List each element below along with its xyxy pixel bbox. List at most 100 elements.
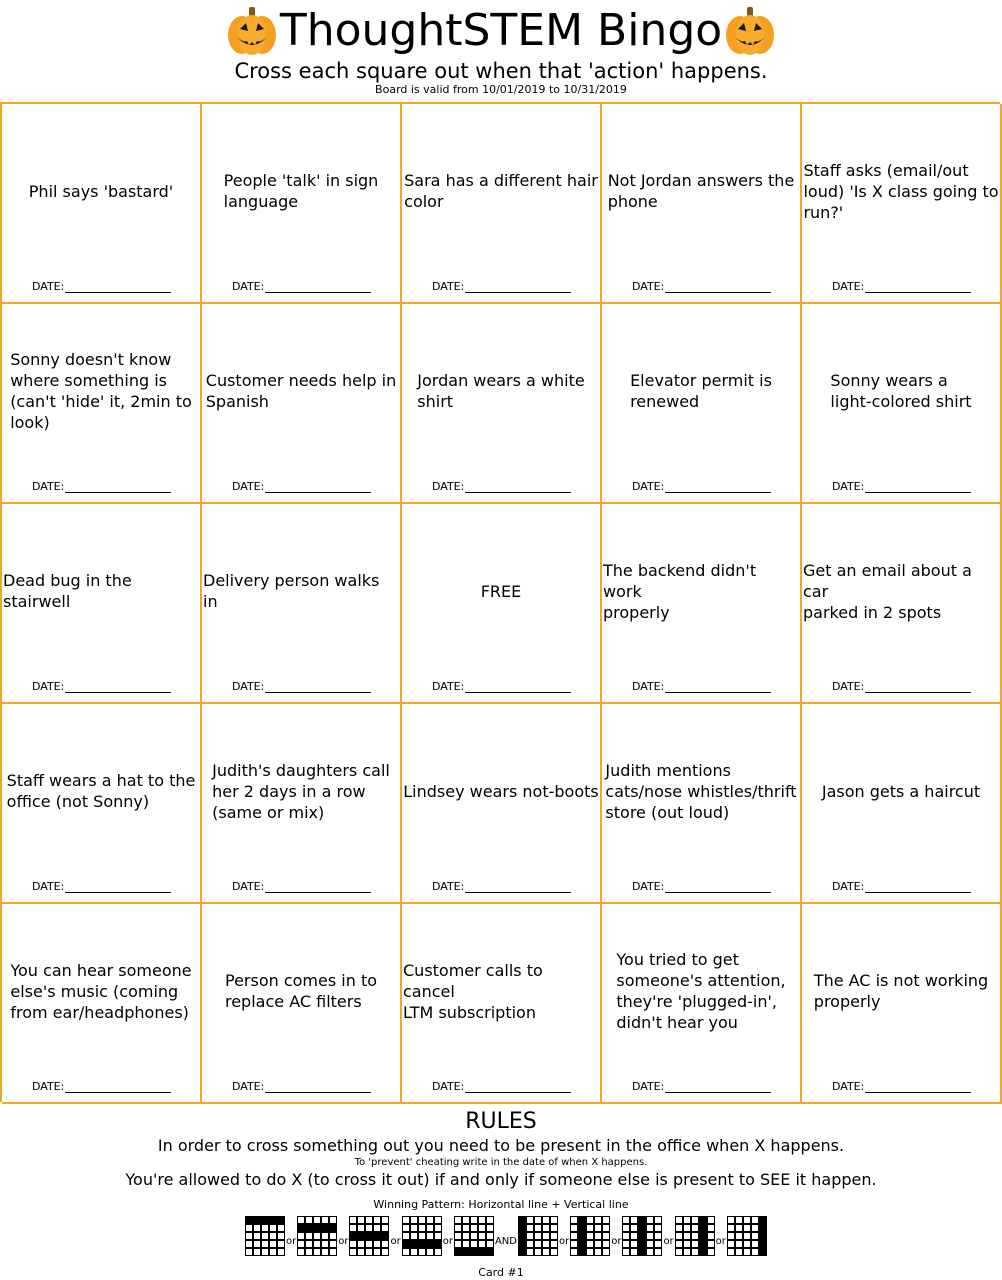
bingo-square[interactable]: Jason gets a haircut DATE: — [802, 704, 1002, 904]
pattern-cell-empty — [549, 1240, 558, 1248]
bingo-square[interactable]: Lindsey wears not-boots DATE: — [402, 704, 602, 904]
bingo-square[interactable]: People 'talk' in sign language DATE: — [202, 104, 402, 304]
date-blank[interactable] — [865, 882, 972, 893]
date-field[interactable]: DATE: — [632, 280, 772, 293]
date-blank[interactable] — [665, 1082, 772, 1093]
pattern-cell-empty — [401, 1216, 410, 1224]
bingo-square[interactable]: Person comes in to replace AC filters DAT… — [202, 904, 402, 1104]
square-text: Dead bug in the stairwell — [3, 571, 132, 611]
square-text: Lindsey wears not-boots — [403, 781, 599, 801]
date-blank[interactable] — [265, 1082, 372, 1093]
bingo-square[interactable]: Delivery person walks in DATE: — [202, 504, 402, 704]
pattern-cell-empty — [245, 1240, 253, 1248]
date-blank[interactable] — [265, 282, 372, 293]
date-blank[interactable] — [665, 482, 772, 493]
pattern-cell-filled — [461, 1248, 470, 1256]
bingo-square[interactable]: The backend didn't work properly DATE: — [602, 504, 802, 704]
date-field[interactable]: DATE: — [32, 1080, 172, 1093]
date-blank[interactable] — [665, 882, 772, 893]
page-title: ThoughtSTEM Bingo — [279, 5, 723, 56]
pattern-cell-empty — [453, 1240, 462, 1248]
bingo-square[interactable]: FREE DATE: — [402, 504, 602, 704]
bingo-square[interactable]: Dead bug in the stairwell DATE: — [2, 504, 202, 704]
bingo-square[interactable]: Customer calls to cancel LTM subscriptio… — [402, 904, 602, 1104]
date-blank[interactable] — [465, 882, 572, 893]
date-field[interactable]: DATE: — [232, 1080, 372, 1093]
date-field[interactable]: DATE: — [832, 880, 972, 893]
pattern-cell-filled — [698, 1240, 707, 1248]
date-blank[interactable] — [65, 882, 172, 893]
date-field[interactable]: DATE: — [232, 680, 372, 693]
bingo-square[interactable]: Get an email about a car parked in 2 spo… — [802, 504, 1002, 704]
date-blank[interactable] — [65, 682, 172, 693]
date-blank[interactable] — [465, 682, 572, 693]
date-blank[interactable] — [65, 282, 172, 293]
date-field[interactable]: DATE: — [232, 880, 372, 893]
bingo-square[interactable]: You can hear someone else's music (comin… — [2, 904, 202, 1104]
square-text-container: Lindsey wears not-boots — [402, 704, 600, 878]
date-field[interactable]: DATE: — [632, 880, 772, 893]
date-blank[interactable] — [865, 482, 972, 493]
bingo-square[interactable]: Jordan wears a white shirt DATE: — [402, 304, 602, 504]
date-field[interactable]: DATE: — [432, 880, 572, 893]
date-field[interactable]: DATE: — [32, 680, 172, 693]
bingo-square[interactable]: Not Jordan answers the phone DATE: — [602, 104, 802, 304]
date-blank[interactable] — [265, 482, 372, 493]
bingo-square[interactable]: Customer needs help in Spanish DATE: — [202, 304, 402, 504]
date-field[interactable]: DATE: — [432, 480, 572, 493]
bingo-square[interactable]: Judith mentions cats/nose whistles/thrif… — [602, 704, 802, 904]
pattern-cell-empty — [433, 1224, 442, 1232]
date-field[interactable]: DATE: — [632, 680, 772, 693]
date-field[interactable]: DATE: — [432, 1080, 572, 1093]
date-blank[interactable] — [465, 282, 572, 293]
bingo-square[interactable]: Sonny wears a light-colored shirt DATE: — [802, 304, 1002, 504]
pattern-cell-filled — [373, 1232, 382, 1240]
bingo-square[interactable]: Staff asks (email/out loud) 'Is X class … — [802, 104, 1002, 304]
date-field[interactable]: DATE: — [32, 280, 172, 293]
date-label: DATE: — [632, 880, 665, 893]
bingo-square[interactable]: You tried to get someone's attention, th… — [602, 904, 802, 1104]
date-blank[interactable] — [865, 682, 972, 693]
date-blank[interactable] — [265, 682, 372, 693]
date-blank[interactable] — [865, 282, 972, 293]
pattern-separator: or — [663, 1236, 674, 1247]
pattern-cell-empty — [654, 1232, 663, 1240]
date-field[interactable]: DATE: — [832, 280, 972, 293]
date-field[interactable]: DATE: — [832, 1080, 972, 1093]
pattern-cell-empty — [586, 1248, 595, 1256]
square-text-container: You can hear someone else's music (comin… — [2, 904, 200, 1078]
bingo-square[interactable]: The AC is not working properly DATE: — [802, 904, 1002, 1104]
date-field[interactable]: DATE: — [432, 280, 572, 293]
date-field[interactable]: DATE: — [32, 880, 172, 893]
date-blank[interactable] — [665, 282, 772, 293]
square-text-container: Elevator permit is renewed — [602, 304, 800, 478]
date-blank[interactable] — [65, 482, 172, 493]
winning-pattern-grid — [297, 1216, 338, 1256]
bingo-square[interactable]: Sonny doesn't know where something is (c… — [2, 304, 202, 504]
date-field[interactable]: DATE: — [232, 280, 372, 293]
bingo-square[interactable]: Judith's daughters call her 2 days in a … — [202, 704, 402, 904]
pattern-cell-filled — [253, 1216, 261, 1224]
pattern-cell-empty — [533, 1224, 542, 1232]
bingo-square[interactable]: Sara has a different hair color DATE: — [402, 104, 602, 304]
date-field[interactable]: DATE: — [632, 480, 772, 493]
date-field[interactable]: DATE: — [832, 480, 972, 493]
pattern-cell-empty — [654, 1248, 663, 1256]
date-blank[interactable] — [865, 1082, 972, 1093]
date-label: DATE: — [432, 480, 465, 493]
date-field[interactable]: DATE: — [232, 480, 372, 493]
bingo-square[interactable]: Phil says 'bastard' DATE: — [2, 104, 202, 304]
date-blank[interactable] — [65, 1082, 172, 1093]
pattern-cell-empty — [734, 1224, 743, 1232]
bingo-square[interactable]: Elevator permit is renewed DATE: — [602, 304, 802, 504]
bingo-square[interactable]: Staff wears a hat to the office (not Son… — [2, 704, 202, 904]
pattern-cell-empty — [533, 1248, 542, 1256]
date-blank[interactable] — [465, 482, 572, 493]
date-field[interactable]: DATE: — [32, 480, 172, 493]
date-field[interactable]: DATE: — [832, 680, 972, 693]
date-blank[interactable] — [265, 882, 372, 893]
date-blank[interactable] — [665, 682, 772, 693]
date-field[interactable]: DATE: — [432, 680, 572, 693]
date-blank[interactable] — [465, 1082, 572, 1093]
date-field[interactable]: DATE: — [632, 1080, 772, 1093]
